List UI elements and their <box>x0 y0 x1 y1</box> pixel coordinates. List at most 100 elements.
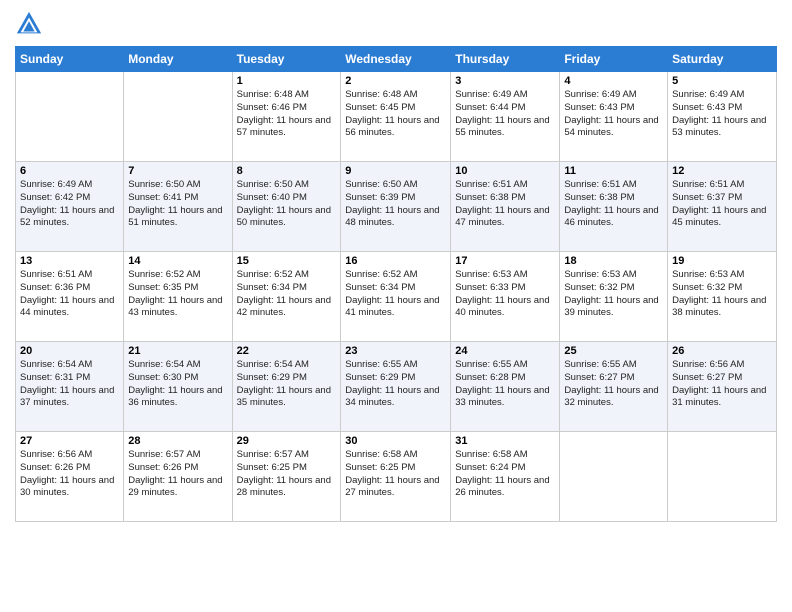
cell-info: Sunrise: 6:55 AMSunset: 6:27 PMDaylight:… <box>564 359 663 410</box>
calendar-cell: 14 Sunrise: 6:52 AMSunset: 6:35 PMDayligh… <box>124 252 232 342</box>
cell-date: 6 <box>20 165 119 177</box>
calendar-cell: 9Sunrise: 6:50 AMSunset: 6:39 PMDaylight… <box>341 162 451 252</box>
cell-date: 28 <box>128 435 227 447</box>
cell-info: Sunrise: 6:53 AMSunset: 6:32 PMDaylight:… <box>672 269 772 320</box>
cell-date: 10 <box>455 165 555 177</box>
cell-date: 17 <box>455 255 555 267</box>
calendar-cell: 18 Sunrise: 6:53 AMSunset: 6:32 PMDayligh… <box>560 252 668 342</box>
calendar-cell: 24 Sunrise: 6:55 AMSunset: 6:28 PMDayligh… <box>451 342 560 432</box>
cell-date: 22 <box>237 345 337 357</box>
calendar-week-3: 13 Sunrise: 6:51 AMSunset: 6:36 PMDayligh… <box>16 252 777 342</box>
cell-info: Sunrise: 6:54 AMSunset: 6:30 PMDaylight:… <box>128 359 227 410</box>
cell-info: Sunrise: 6:52 AMSunset: 6:34 PMDaylight:… <box>345 269 446 320</box>
calendar-week-1: 1Sunrise: 6:48 AMSunset: 6:46 PMDaylight… <box>16 72 777 162</box>
calendar-cell: 3 Sunrise: 6:49 AMSunset: 6:44 PMDaylight… <box>451 72 560 162</box>
header <box>15 10 777 38</box>
cell-date: 16 <box>345 255 446 267</box>
cell-info: Sunrise: 6:55 AMSunset: 6:29 PMDaylight:… <box>345 359 446 410</box>
calendar-cell: 6Sunrise: 6:49 AMSunset: 6:42 PMDaylight… <box>16 162 124 252</box>
cell-date: 30 <box>345 435 446 447</box>
cell-date: 18 <box>564 255 663 267</box>
calendar-week-5: 27 Sunrise: 6:56 AMSunset: 6:26 PMDayligh… <box>16 432 777 522</box>
calendar-cell: 23Sunrise: 6:55 AMSunset: 6:29 PMDayligh… <box>341 342 451 432</box>
calendar-cell: 10 Sunrise: 6:51 AMSunset: 6:38 PMDayligh… <box>451 162 560 252</box>
cell-info: Sunrise: 6:54 AMSunset: 6:31 PMDaylight:… <box>20 359 119 410</box>
cell-date: 27 <box>20 435 119 447</box>
calendar-cell <box>668 432 777 522</box>
weekday-monday: Monday <box>124 47 232 72</box>
calendar-cell: 25 Sunrise: 6:55 AMSunset: 6:27 PMDayligh… <box>560 342 668 432</box>
page: SundayMondayTuesdayWednesdayThursdayFrid… <box>0 0 792 612</box>
cell-info: Sunrise: 6:57 AMSunset: 6:25 PMDaylight:… <box>237 449 337 500</box>
calendar-cell: 28Sunrise: 6:57 AMSunset: 6:26 PMDayligh… <box>124 432 232 522</box>
cell-date: 15 <box>237 255 337 267</box>
cell-date: 24 <box>455 345 555 357</box>
calendar-cell: 1Sunrise: 6:48 AMSunset: 6:46 PMDaylight… <box>232 72 341 162</box>
cell-info: Sunrise: 6:50 AMSunset: 6:40 PMDaylight:… <box>237 179 337 230</box>
cell-info: Sunrise: 6:52 AMSunset: 6:35 PMDaylight:… <box>128 269 227 320</box>
cell-info: Sunrise: 6:49 AMSunset: 6:43 PMDaylight:… <box>672 89 772 140</box>
cell-date: 14 <box>128 255 227 267</box>
calendar-cell: 27 Sunrise: 6:56 AMSunset: 6:26 PMDayligh… <box>16 432 124 522</box>
cell-date: 19 <box>672 255 772 267</box>
weekday-tuesday: Tuesday <box>232 47 341 72</box>
cell-date: 12 <box>672 165 772 177</box>
cell-date: 26 <box>672 345 772 357</box>
calendar-cell: 31Sunrise: 6:58 AMSunset: 6:24 PMDayligh… <box>451 432 560 522</box>
cell-info: Sunrise: 6:51 AMSunset: 6:38 PMDaylight:… <box>564 179 663 230</box>
weekday-saturday: Saturday <box>668 47 777 72</box>
cell-date: 29 <box>237 435 337 447</box>
calendar-cell: 4Sunrise: 6:49 AMSunset: 6:43 PMDaylight… <box>560 72 668 162</box>
cell-info: Sunrise: 6:51 AMSunset: 6:36 PMDaylight:… <box>20 269 119 320</box>
cell-date: 8 <box>237 165 337 177</box>
cell-date: 25 <box>564 345 663 357</box>
weekday-friday: Friday <box>560 47 668 72</box>
calendar-cell: 8 Sunrise: 6:50 AMSunset: 6:40 PMDaylight… <box>232 162 341 252</box>
calendar-cell: 22 Sunrise: 6:54 AMSunset: 6:29 PMDayligh… <box>232 342 341 432</box>
cell-info: Sunrise: 6:50 AMSunset: 6:41 PMDaylight:… <box>128 179 227 230</box>
calendar-header: SundayMondayTuesdayWednesdayThursdayFrid… <box>16 47 777 72</box>
logo-icon <box>15 10 43 38</box>
cell-date: 7 <box>128 165 227 177</box>
cell-info: Sunrise: 6:56 AMSunset: 6:26 PMDaylight:… <box>20 449 119 500</box>
calendar-cell: 20 Sunrise: 6:54 AMSunset: 6:31 PMDayligh… <box>16 342 124 432</box>
cell-info: Sunrise: 6:56 AMSunset: 6:27 PMDaylight:… <box>672 359 772 410</box>
cell-info: Sunrise: 6:58 AMSunset: 6:25 PMDaylight:… <box>345 449 446 500</box>
calendar-cell <box>16 72 124 162</box>
cell-info: Sunrise: 6:51 AMSunset: 6:38 PMDaylight:… <box>455 179 555 230</box>
calendar-cell: 30 Sunrise: 6:58 AMSunset: 6:25 PMDayligh… <box>341 432 451 522</box>
cell-info: Sunrise: 6:53 AMSunset: 6:33 PMDaylight:… <box>455 269 555 320</box>
cell-date: 1 <box>237 75 337 87</box>
calendar-cell: 5Sunrise: 6:49 AMSunset: 6:43 PMDaylight… <box>668 72 777 162</box>
calendar-cell: 7 Sunrise: 6:50 AMSunset: 6:41 PMDaylight… <box>124 162 232 252</box>
cell-info: Sunrise: 6:49 AMSunset: 6:44 PMDaylight:… <box>455 89 555 140</box>
calendar-cell: 19 Sunrise: 6:53 AMSunset: 6:32 PMDayligh… <box>668 252 777 342</box>
cell-info: Sunrise: 6:48 AMSunset: 6:45 PMDaylight:… <box>345 89 446 140</box>
weekday-sunday: Sunday <box>16 47 124 72</box>
logo <box>15 10 47 38</box>
cell-info: Sunrise: 6:49 AMSunset: 6:43 PMDaylight:… <box>564 89 663 140</box>
cell-info: Sunrise: 6:52 AMSunset: 6:34 PMDaylight:… <box>237 269 337 320</box>
calendar-cell: 12Sunrise: 6:51 AMSunset: 6:37 PMDayligh… <box>668 162 777 252</box>
cell-info: Sunrise: 6:58 AMSunset: 6:24 PMDaylight:… <box>455 449 555 500</box>
cell-date: 2 <box>345 75 446 87</box>
calendar-week-4: 20 Sunrise: 6:54 AMSunset: 6:31 PMDayligh… <box>16 342 777 432</box>
cell-date: 13 <box>20 255 119 267</box>
cell-info: Sunrise: 6:54 AMSunset: 6:29 PMDaylight:… <box>237 359 337 410</box>
weekday-wednesday: Wednesday <box>341 47 451 72</box>
weekday-row: SundayMondayTuesdayWednesdayThursdayFrid… <box>16 47 777 72</box>
calendar-cell: 29 Sunrise: 6:57 AMSunset: 6:25 PMDayligh… <box>232 432 341 522</box>
weekday-thursday: Thursday <box>451 47 560 72</box>
cell-info: Sunrise: 6:55 AMSunset: 6:28 PMDaylight:… <box>455 359 555 410</box>
cell-date: 21 <box>128 345 227 357</box>
cell-date: 3 <box>455 75 555 87</box>
calendar-body: 1Sunrise: 6:48 AMSunset: 6:46 PMDaylight… <box>16 72 777 522</box>
cell-info: Sunrise: 6:53 AMSunset: 6:32 PMDaylight:… <box>564 269 663 320</box>
calendar-cell: 16 Sunrise: 6:52 AMSunset: 6:34 PMDayligh… <box>341 252 451 342</box>
cell-date: 11 <box>564 165 663 177</box>
cell-date: 20 <box>20 345 119 357</box>
calendar: SundayMondayTuesdayWednesdayThursdayFrid… <box>15 46 777 522</box>
calendar-cell: 11 Sunrise: 6:51 AMSunset: 6:38 PMDayligh… <box>560 162 668 252</box>
calendar-cell: 13 Sunrise: 6:51 AMSunset: 6:36 PMDayligh… <box>16 252 124 342</box>
calendar-cell: 2 Sunrise: 6:48 AMSunset: 6:45 PMDaylight… <box>341 72 451 162</box>
